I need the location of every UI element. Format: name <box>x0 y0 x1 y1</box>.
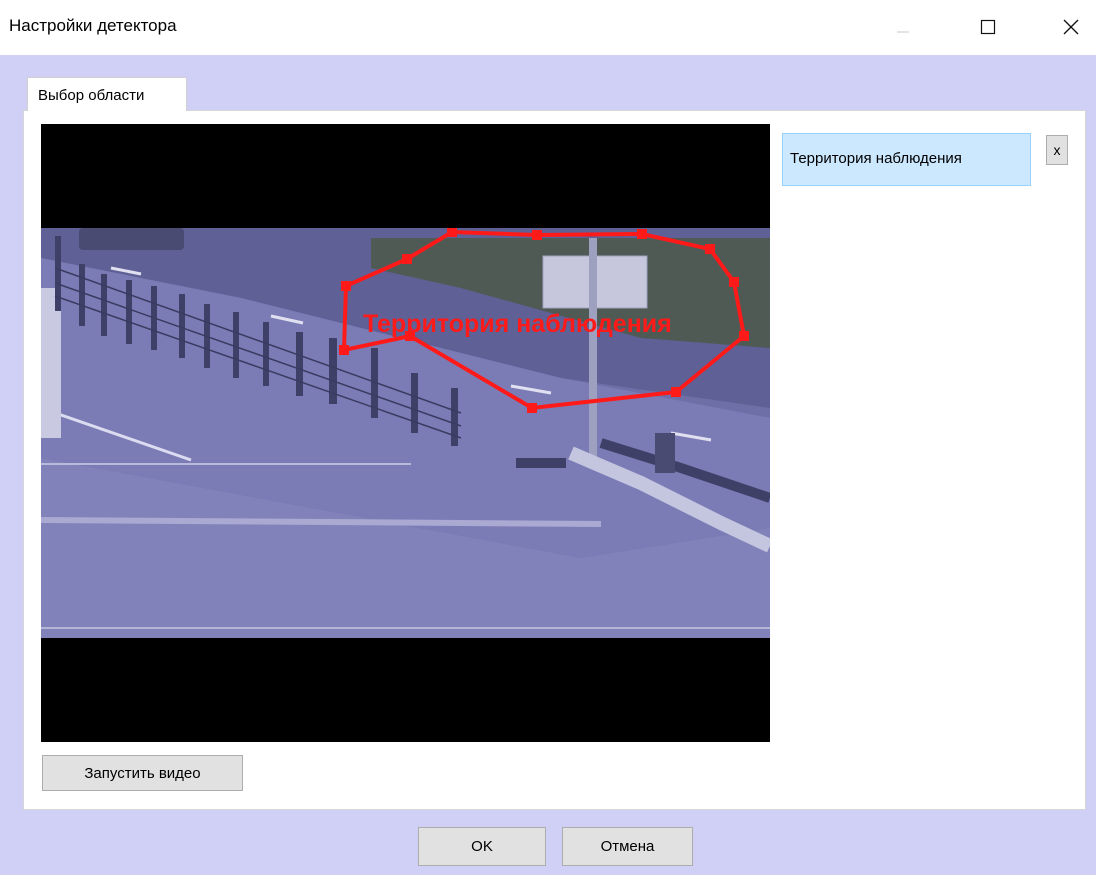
close-icon <box>1063 19 1079 35</box>
close-button[interactable] <box>1048 6 1094 48</box>
maximize-icon <box>980 19 996 35</box>
zone-vertex-handle <box>532 230 542 240</box>
video-preview[interactable]: Территория наблюдения <box>41 124 770 742</box>
zone-vertex-handle <box>341 281 351 291</box>
region-list-item[interactable]: Территория наблюдения <box>782 133 1031 186</box>
zone-vertex-handle <box>671 387 681 397</box>
parked-car <box>79 228 184 250</box>
title-bar: Настройки детектора <box>0 0 1096 55</box>
zone-vertex-handle <box>402 254 412 264</box>
zone-vertex-handle <box>447 228 457 237</box>
camera-frame[interactable]: Территория наблюдения <box>41 228 770 638</box>
ok-button[interactable]: OK <box>418 827 546 866</box>
zone-vertex-handle <box>339 345 349 355</box>
sign-pole <box>589 238 597 468</box>
tab-area-selection[interactable]: Выбор области <box>27 77 187 111</box>
zone-vertex-handle <box>527 403 537 413</box>
minimize-icon <box>897 31 909 33</box>
cancel-button[interactable]: Отмена <box>562 827 693 866</box>
window-title: Настройки детектора <box>9 16 177 35</box>
zone-vertex-handle <box>705 244 715 254</box>
zone-vertex-handle <box>637 229 647 239</box>
delete-region-button[interactable]: x <box>1046 135 1068 165</box>
maximize-button[interactable] <box>965 6 1011 48</box>
zone-vertex-handle <box>739 331 749 341</box>
zone-label: Территория наблюдения <box>363 310 672 338</box>
start-video-button[interactable]: Запустить видео <box>42 755 243 791</box>
minimize-button[interactable] <box>880 6 926 48</box>
road-marking <box>41 517 602 527</box>
zone-vertex-handle <box>729 277 739 287</box>
